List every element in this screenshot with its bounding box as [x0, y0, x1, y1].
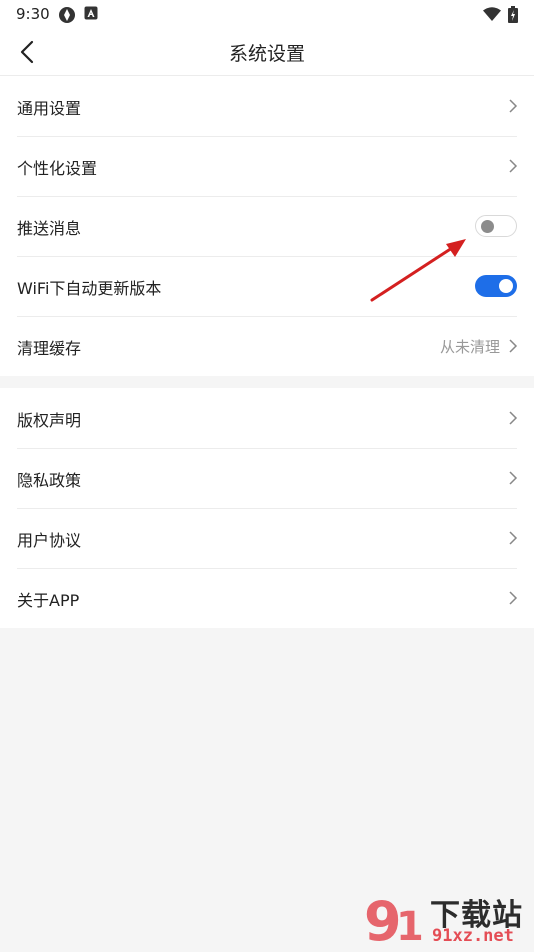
- chevron-right-icon: [509, 411, 518, 425]
- push-messages-toggle[interactable]: [475, 215, 517, 237]
- chevron-right-icon: [509, 531, 518, 545]
- status-bar: 9:30: [0, 0, 534, 28]
- svg-text:1: 1: [396, 904, 424, 948]
- setting-label: 清理缓存: [17, 339, 82, 358]
- chevron-right-icon: [509, 99, 518, 113]
- toggle-knob: [481, 220, 494, 233]
- settings-group-general: 通用设置 个性化设置 推送消息 WiFi下自动更新版本 清理缓存 从未清理: [0, 76, 534, 376]
- setting-row-privacy-policy[interactable]: 隐私政策: [0, 448, 534, 508]
- chevron-right-icon: [509, 159, 518, 173]
- setting-label: 关于APP: [17, 591, 80, 610]
- chevron-right-icon: [509, 339, 518, 353]
- setting-row-push-messages: 推送消息: [0, 196, 534, 256]
- chevron-right-icon: [509, 591, 518, 605]
- setting-row-clear-cache[interactable]: 清理缓存 从未清理: [0, 316, 534, 376]
- app-header: 系统设置: [0, 28, 534, 76]
- setting-row-personalization[interactable]: 个性化设置: [0, 136, 534, 196]
- toggle-knob: [499, 279, 513, 293]
- setting-label: 通用设置: [17, 99, 82, 118]
- setting-label: 隐私政策: [17, 471, 82, 490]
- setting-label: 用户协议: [17, 531, 82, 550]
- setting-label: WiFi下自动更新版本: [17, 279, 162, 298]
- app-notification-icon: [84, 6, 98, 20]
- cache-status-value: 从未清理: [439, 338, 500, 356]
- battery-icon: [508, 6, 518, 23]
- setting-row-copyright[interactable]: 版权声明: [0, 388, 534, 448]
- chevron-right-icon: [509, 471, 518, 485]
- wifi-auto-update-toggle[interactable]: [475, 275, 517, 297]
- site-watermark: 9 1 下载站 91xz.net: [362, 888, 532, 952]
- setting-row-about-app[interactable]: 关于APP: [0, 568, 534, 628]
- setting-label: 个性化设置: [17, 159, 98, 178]
- page-title: 系统设置: [228, 43, 305, 65]
- settings-group-about: 版权声明 隐私政策 用户协议 关于APP: [0, 388, 534, 628]
- setting-label: 版权声明: [17, 411, 82, 430]
- setting-label: 推送消息: [17, 219, 82, 238]
- setting-row-general[interactable]: 通用设置: [0, 76, 534, 136]
- setting-row-user-agreement[interactable]: 用户协议: [0, 508, 534, 568]
- watermark-domain: 91xz.net: [432, 926, 514, 946]
- setting-row-wifi-auto-update: WiFi下自动更新版本: [0, 256, 534, 316]
- wifi-icon: [483, 7, 501, 21]
- status-time: 9:30: [16, 5, 50, 23]
- gear-shutter-icon: [59, 7, 75, 23]
